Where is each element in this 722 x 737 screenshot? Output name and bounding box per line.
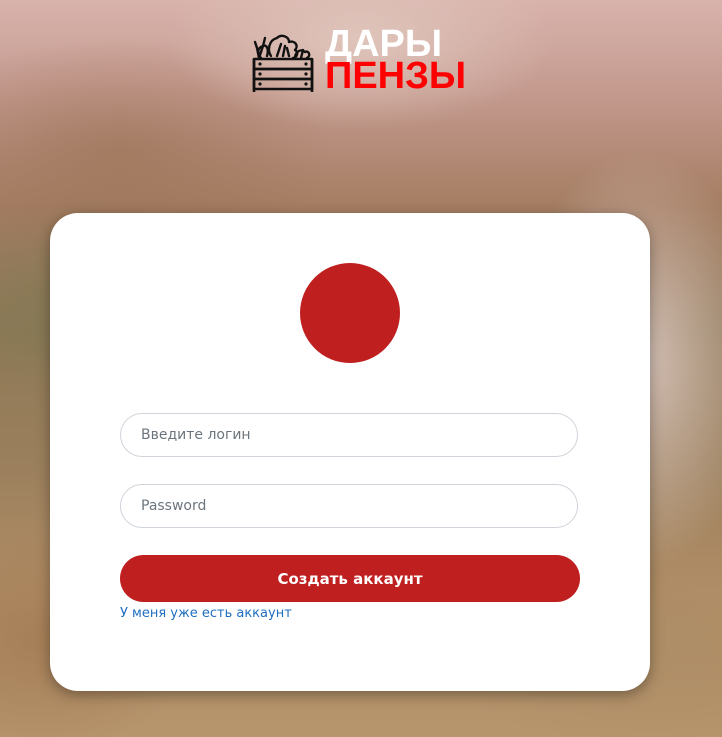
register-card: Создать аккаунт У меня уже есть аккаунт [50, 213, 650, 691]
logo-text: ДАРЫ ПЕНЗЫ [325, 25, 467, 97]
site-logo[interactable]: ДАРЫ ПЕНЗЫ [251, 25, 466, 96]
avatar [300, 263, 400, 363]
create-account-button[interactable]: Создать аккаунт [120, 555, 580, 602]
vegetable-crate-icon [252, 34, 314, 92]
login-input[interactable] [120, 413, 578, 457]
have-account-link[interactable]: У меня уже есть аккаунт [120, 606, 292, 621]
password-input[interactable] [120, 484, 578, 528]
logo-line-2: ПЕНЗЫ [325, 55, 467, 97]
